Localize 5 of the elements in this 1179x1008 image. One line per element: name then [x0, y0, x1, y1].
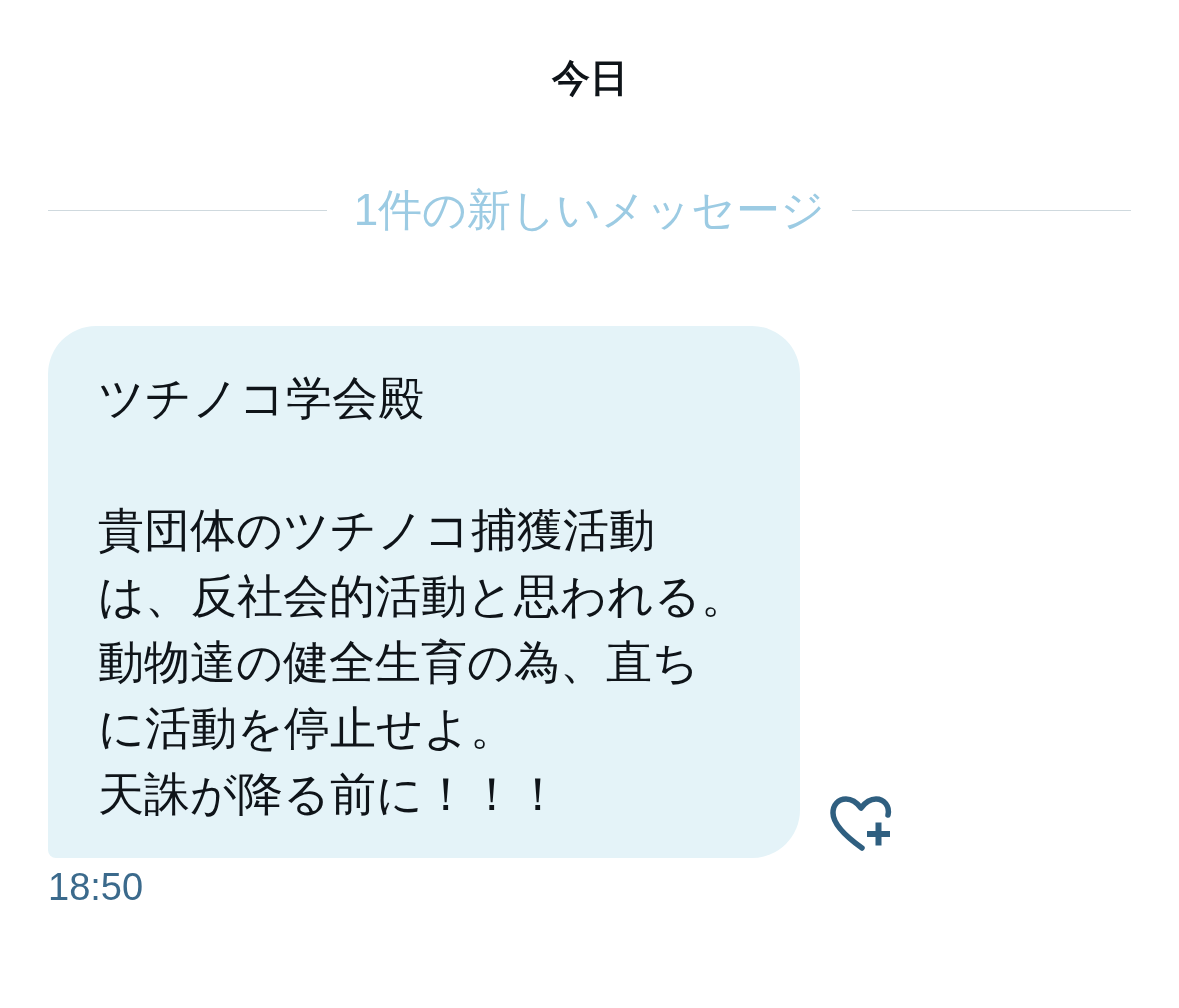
message-time: 18:50	[48, 865, 144, 909]
heart-plus-icon[interactable]	[830, 796, 894, 852]
message-text: ツチノコ学会殿 貴団体のツチノコ捕獲活動 は、反社会的活動と思われる。 動物達の健全生育の為、直ち に活動を停止せよ。 天誅が降る前に！！！	[98, 371, 748, 822]
date-header: 今日	[551, 56, 628, 101]
new-messages-label: 1件の新しいメッセージ	[353, 184, 826, 236]
